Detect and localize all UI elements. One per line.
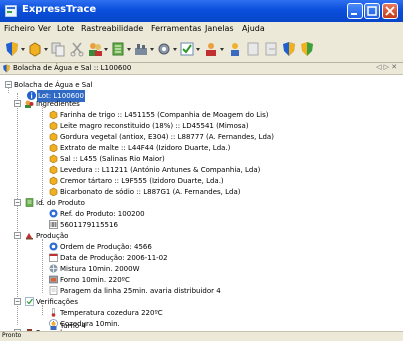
ingredient-icon[interactable] [27, 41, 43, 57]
menu-ferramentas[interactable]: Ferramentas [151, 24, 201, 33]
close-button[interactable] [382, 3, 398, 19]
production-icon [26, 233, 33, 240]
maximize-button[interactable] [364, 3, 380, 19]
ingredient-icon [49, 187, 58, 196]
document-tab-label: Bolacha de Água e Sal :: L100600 [13, 64, 132, 72]
report-icon[interactable] [245, 41, 261, 57]
dropdown-arrow-icon[interactable] [196, 48, 200, 51]
document-list-icon[interactable] [110, 41, 126, 57]
menu-janelas[interactable]: Janelas [205, 24, 234, 33]
close-icon [385, 6, 395, 16]
thermometer-icon [51, 308, 56, 317]
gear-icon[interactable] [156, 41, 172, 57]
people-icon[interactable] [87, 41, 103, 57]
app-icon [5, 5, 17, 17]
export-icon[interactable] [263, 41, 279, 57]
collapse-toggle[interactable]: − [14, 298, 21, 305]
collapse-toggle[interactable]: − [14, 199, 21, 206]
title-bar: ExpressTrace [0, 0, 403, 22]
dropdown-arrow-icon[interactable] [127, 48, 131, 51]
menu-lote[interactable]: Lote [57, 24, 74, 33]
ingredients-icon [25, 100, 34, 108]
trace-tree: − Bolacha de Água e Sal Lot: L100600 − I… [0, 75, 403, 337]
window-title: ExpressTrace [22, 4, 97, 15]
person-icon [50, 321, 57, 330]
staff-icon[interactable] [203, 41, 219, 57]
barcode-icon [49, 220, 58, 229]
ingredient-icon [49, 110, 58, 119]
dropdown-arrow-icon[interactable] [173, 48, 177, 51]
factory-icon[interactable] [133, 41, 149, 57]
dropdown-arrow-icon[interactable] [21, 48, 25, 51]
copy-icon[interactable] [50, 41, 66, 57]
menu-ficheiro[interactable]: Ficheiro [4, 24, 35, 33]
minimize-icon [351, 13, 357, 15]
menu-bar: Ficheiro Ver Lote Rastreabilidade Ferram… [0, 22, 403, 37]
collapse-toggle[interactable]: − [5, 81, 12, 88]
mixer-icon [49, 264, 58, 273]
menu-ver[interactable]: Ver [38, 24, 51, 33]
dropdown-arrow-icon[interactable] [220, 48, 224, 51]
oven-icon [49, 275, 58, 284]
shield-icon[interactable] [281, 41, 297, 57]
calendar-icon [49, 253, 58, 262]
lot-shield-icon[interactable] [4, 41, 20, 57]
note-icon [49, 286, 58, 295]
reference-icon [49, 209, 58, 218]
collapse-toggle[interactable]: − [14, 232, 21, 239]
shield-alt-icon[interactable] [299, 41, 315, 57]
menu-ajuda[interactable]: Ajuda [242, 24, 265, 33]
status-text: Pronto [2, 332, 22, 339]
ingredient-icon [49, 176, 58, 185]
toolbar [0, 37, 403, 63]
collapse-toggle[interactable]: − [14, 100, 21, 107]
lot-shield-icon [3, 64, 10, 73]
cut-icon[interactable] [69, 41, 85, 57]
checklist-icon[interactable] [179, 41, 195, 57]
menu-rastreabilidade[interactable]: Rastreabilidade [81, 24, 143, 33]
ingredient-icon [49, 121, 58, 130]
ingredient-icon [49, 165, 58, 174]
order-icon [49, 242, 58, 251]
ingredient-icon [49, 154, 58, 163]
ingredient-icon [49, 132, 58, 141]
person-icon[interactable] [227, 41, 243, 57]
minimize-button[interactable] [347, 3, 363, 19]
maximize-icon [367, 6, 377, 16]
dropdown-arrow-icon[interactable] [150, 48, 154, 51]
checklist-icon [25, 297, 34, 306]
document-icon [25, 198, 34, 207]
dropdown-arrow-icon[interactable] [44, 48, 48, 51]
document-tab[interactable]: Bolacha de Água e Sal :: L100600 ◁ ▷ ✕ [0, 63, 403, 75]
tab-controls[interactable]: ◁ ▷ ✕ [376, 63, 397, 71]
dropdown-arrow-icon[interactable] [104, 48, 108, 51]
ingredient-icon [49, 143, 58, 152]
